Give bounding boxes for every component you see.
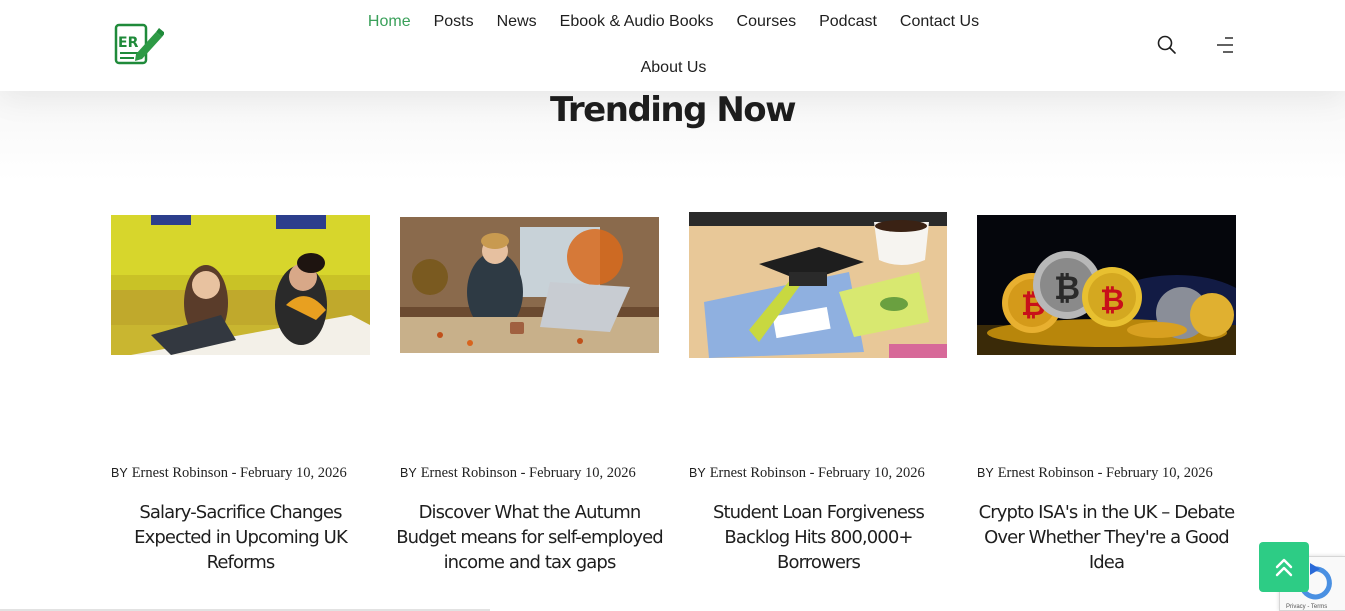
post-author[interactable]: Ernest Robinson (132, 465, 228, 481)
nav-posts[interactable]: Posts (422, 12, 485, 32)
nav-courses[interactable]: Courses (725, 12, 808, 32)
post-by-label: BY (400, 466, 417, 480)
logo-text: ER (118, 35, 139, 51)
nav-ebooks[interactable]: Ebook & Audio Books (548, 12, 725, 32)
post-thumbnail[interactable] (111, 215, 370, 355)
post-author[interactable]: Ernest Robinson (710, 465, 806, 481)
main-nav-row-1: Home Posts News Ebook & Audio Books Cour… (346, 12, 1001, 32)
post-meta: BY Ernest Robinson - February 10, 2026 (111, 465, 347, 481)
scroll-to-top-button[interactable] (1259, 542, 1309, 592)
svg-text:₿: ₿ (1054, 269, 1080, 307)
post-by-label: BY (689, 466, 706, 480)
post-meta: BY Ernest Robinson - February 10, 2026 (689, 465, 925, 481)
post-title[interactable]: Crypto ISA's in the UK – Debate Over Whe… (971, 500, 1242, 575)
post-by-label: BY (111, 466, 128, 480)
main-nav: Home Posts News Ebook & Audio Books Cour… (346, 0, 1001, 91)
post-author[interactable]: Ernest Robinson (998, 465, 1094, 481)
nav-about[interactable]: About Us (629, 58, 718, 78)
post-title[interactable]: Discover What the Autumn Budget means fo… (394, 500, 665, 575)
section-title: Trending Now (549, 90, 797, 130)
search-button[interactable] (1156, 34, 1178, 56)
nav-news[interactable]: News (485, 12, 548, 32)
svg-text:₿: ₿ (1100, 283, 1124, 318)
post-date: February 10, 2026 (818, 465, 925, 481)
nav-podcast[interactable]: Podcast (808, 12, 889, 32)
post-by-label: BY (977, 466, 994, 480)
post-meta: BY Ernest Robinson - February 10, 2026 (977, 465, 1213, 481)
search-icon (1157, 35, 1176, 54)
offcanvas-menu-button[interactable] (1215, 34, 1237, 56)
post-title[interactable]: Salary-Sacrifice Changes Expected in Upc… (105, 500, 376, 575)
post-thumbnail[interactable]: ₿ ₿ ₿ (977, 215, 1236, 355)
post-thumbnail[interactable] (689, 212, 948, 358)
nav-home[interactable]: Home (356, 12, 422, 32)
main-nav-row-2: About Us (346, 58, 1001, 78)
double-chevron-up-icon (1275, 558, 1293, 577)
site-header: ER Home Posts News Ebook & Audio Books C… (0, 0, 1345, 91)
menu-icon (1217, 37, 1233, 53)
post-date: February 10, 2026 (1106, 465, 1213, 481)
post-title[interactable]: Student Loan Forgiveness Backlog Hits 80… (683, 500, 954, 575)
site-logo[interactable]: ER (114, 22, 165, 68)
post-author[interactable]: Ernest Robinson (421, 465, 517, 481)
logo-icon: ER (114, 23, 165, 65)
nav-contact[interactable]: Contact Us (888, 12, 990, 32)
post-meta: BY Ernest Robinson - February 10, 2026 (400, 465, 636, 481)
post-thumbnail[interactable] (400, 217, 659, 353)
post-date: February 10, 2026 (529, 465, 636, 481)
recaptcha-terms[interactable]: Privacy - Terms (1286, 604, 1327, 610)
post-date: February 10, 2026 (240, 465, 347, 481)
